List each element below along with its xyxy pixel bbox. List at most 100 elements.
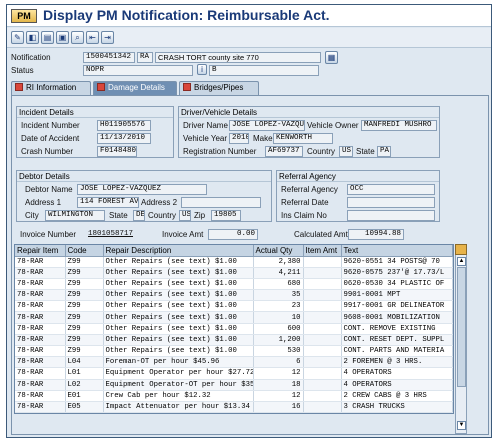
code-cell[interactable]: Z99 — [65, 289, 104, 302]
repair-item-cell[interactable]: 78-RAR — [15, 345, 66, 358]
column-header-item-amt[interactable]: Item Amt — [303, 245, 342, 257]
actual-qty-cell[interactable]: 23 — [253, 300, 304, 313]
actual-qty-cell[interactable]: 1,200 — [253, 334, 304, 347]
repair-description-cell[interactable]: Equipment Operator per hour $27.72 — [103, 367, 254, 380]
tab-damage-details[interactable]: Damage Details — [93, 81, 177, 95]
date-of-accident-field[interactable]: 11/13/2010 — [97, 133, 151, 144]
text-cell[interactable]: 2 FOREMEN @ 3 HRS. — [341, 356, 453, 369]
first-icon[interactable]: ⇤ — [86, 31, 99, 44]
driver-name-field[interactable]: JOSE LOPEZ-VAZQU — [229, 120, 305, 131]
code-cell[interactable]: E05 — [65, 401, 104, 414]
find-icon[interactable]: ⌕ — [71, 31, 84, 44]
item-amt-cell[interactable] — [303, 267, 342, 279]
next-icon[interactable]: ⇥ — [101, 31, 114, 44]
actual-qty-cell[interactable]: 4,211 — [253, 267, 304, 279]
actual-qty-cell[interactable]: 530 — [253, 345, 304, 358]
item-amt-cell[interactable] — [303, 345, 342, 358]
table-row[interactable]: 78-RAR Z99 Other Repairs (see text) $1.00 4… — [15, 267, 453, 279]
item-amt-cell[interactable] — [303, 289, 342, 302]
table-row[interactable]: 78-RAR Z99 Other Repairs (see text) $1.00 3… — [15, 289, 453, 302]
code-cell[interactable]: Z99 — [65, 256, 104, 268]
column-header-actual-qty[interactable]: Actual Qty — [253, 245, 304, 257]
actual-qty-cell[interactable]: 16 — [253, 401, 304, 414]
text-cell[interactable]: 2 CREW CABS @ 3 HRS — [341, 390, 453, 402]
repair-description-cell[interactable]: Other Repairs (see text) $1.00 — [103, 345, 254, 358]
invoice-number-link[interactable]: 1801058717 — [88, 230, 133, 238]
repair-description-cell[interactable]: Foreman-OT per hour $45.96 — [103, 356, 254, 369]
repair-description-cell[interactable]: Other Repairs (see text) $1.00 — [103, 289, 254, 302]
driver-state-field[interactable]: PA — [377, 146, 391, 157]
text-cell[interactable]: CONT. REMOVE EXISTING — [341, 323, 453, 335]
repair-description-cell[interactable]: Equipment Operator-OT per hour $35.62 — [103, 379, 254, 391]
table-row[interactable]: 78-RAR E01 Crew Cab per hour $12.32 12 2 CRE… — [15, 390, 453, 402]
table-row[interactable]: 78-RAR Z99 Other Repairs (see text) $1.00 5… — [15, 345, 453, 358]
table-row[interactable]: 78-RAR L04 Foreman-OT per hour $45.96 6 2 FO… — [15, 356, 453, 369]
repair-item-cell[interactable]: 78-RAR — [15, 379, 66, 391]
debtor-country-field[interactable]: US — [179, 210, 191, 221]
actual-qty-cell[interactable]: 2,380 — [253, 256, 304, 268]
app-menu-icon[interactable]: PM — [11, 9, 37, 23]
repair-item-cell[interactable]: 78-RAR — [15, 311, 66, 324]
debtor-state-field[interactable]: DE — [133, 210, 145, 221]
table-row[interactable]: 78-RAR Z99 Other Repairs (see text) $1.00 6… — [15, 323, 453, 335]
repair-item-cell[interactable]: 78-RAR — [15, 300, 66, 313]
driver-country-field[interactable]: US — [339, 146, 353, 157]
item-amt-cell[interactable] — [303, 278, 342, 291]
column-header-text[interactable]: Text — [341, 245, 453, 257]
repair-description-cell[interactable]: Impact Attenuator per hour $13.34 — [103, 401, 254, 414]
calculated-amount-field[interactable]: 10994.88 — [348, 229, 404, 240]
actual-qty-cell[interactable]: 680 — [253, 278, 304, 291]
text-cell[interactable]: 0620-0530 34 PLASTIC OF — [341, 278, 453, 291]
registration-number-field[interactable]: AF69737 — [265, 146, 303, 157]
actual-qty-cell[interactable]: 12 — [253, 390, 304, 402]
code-cell[interactable]: Z99 — [65, 345, 104, 358]
long-text-icon[interactable]: ▦ — [325, 51, 338, 64]
item-amt-cell[interactable] — [303, 356, 342, 369]
item-amt-cell[interactable] — [303, 311, 342, 324]
table-row[interactable]: 78-RAR Z99 Other Repairs (see text) $1.00 1… — [15, 334, 453, 347]
item-amt-cell[interactable] — [303, 367, 342, 380]
tab-bridges-pipes[interactable]: Bridges/Pipes — [179, 81, 259, 95]
repair-item-cell[interactable]: 78-RAR — [15, 356, 66, 369]
table-row[interactable]: 78-RAR Z99 Other Repairs (see text) $1.00 2… — [15, 256, 453, 268]
code-cell[interactable]: L02 — [65, 379, 104, 391]
repair-item-cell[interactable]: 78-RAR — [15, 278, 66, 291]
repair-description-cell[interactable]: Other Repairs (see text) $1.00 — [103, 278, 254, 291]
table-row[interactable]: 78-RAR L01 Equipment Operator per hour $27… — [15, 367, 453, 380]
repair-description-cell[interactable]: Other Repairs (see text) $1.00 — [103, 334, 254, 347]
actual-qty-cell[interactable]: 18 — [253, 379, 304, 391]
incident-number-field[interactable]: H011905576 — [97, 120, 151, 131]
vehicle-year-field[interactable]: 2010 — [229, 133, 249, 144]
repair-item-cell[interactable]: 78-RAR — [15, 267, 66, 279]
item-amt-cell[interactable] — [303, 256, 342, 268]
repair-description-cell[interactable]: Other Repairs (see text) $1.00 — [103, 323, 254, 335]
code-cell[interactable]: L04 — [65, 356, 104, 369]
repair-item-cell[interactable]: 78-RAR — [15, 334, 66, 347]
repair-description-cell[interactable]: Other Repairs (see text) $1.00 — [103, 311, 254, 324]
print-icon[interactable]: ▤ — [41, 31, 54, 44]
actual-qty-cell[interactable]: 600 — [253, 323, 304, 335]
notification-number-field[interactable]: 1500451342 — [83, 52, 135, 63]
make-field[interactable]: KENWORTH — [273, 133, 333, 144]
code-cell[interactable]: Z99 — [65, 311, 104, 324]
display-icon[interactable]: ◧ — [26, 31, 39, 44]
item-amt-cell[interactable] — [303, 390, 342, 402]
table-row[interactable]: 78-RAR Z99 Other Repairs (see text) $1.00 1… — [15, 311, 453, 324]
repair-description-cell[interactable]: Crew Cab per hour $12.32 — [103, 390, 254, 402]
debtor-name-field[interactable]: JOSE LOPEZ-VAZQUEZ — [77, 184, 207, 195]
column-header-repair-description[interactable]: Repair Description — [103, 245, 254, 257]
table-row[interactable]: 78-RAR Z99 Other Repairs (see text) $1.00 2… — [15, 300, 453, 313]
status-extra-field[interactable]: B — [209, 65, 319, 76]
repair-item-cell[interactable]: 78-RAR — [15, 367, 66, 380]
table-vertical-scrollbar[interactable]: ▲ ▼ — [455, 244, 467, 434]
text-cell[interactable]: 9901-0001 MPT — [341, 289, 453, 302]
repair-item-cell[interactable]: 78-RAR — [15, 289, 66, 302]
save-icon[interactable]: ▣ — [56, 31, 69, 44]
code-cell[interactable]: Z99 — [65, 267, 104, 279]
item-amt-cell[interactable] — [303, 379, 342, 391]
item-amt-cell[interactable] — [303, 401, 342, 414]
text-cell[interactable]: CONT. RESET DEPT. SUPPL — [341, 334, 453, 347]
referral-agency-field[interactable]: OCC — [347, 184, 435, 195]
code-cell[interactable]: Z99 — [65, 278, 104, 291]
text-cell[interactable]: 9620-0575 237'@ 17.73/L — [341, 267, 453, 279]
